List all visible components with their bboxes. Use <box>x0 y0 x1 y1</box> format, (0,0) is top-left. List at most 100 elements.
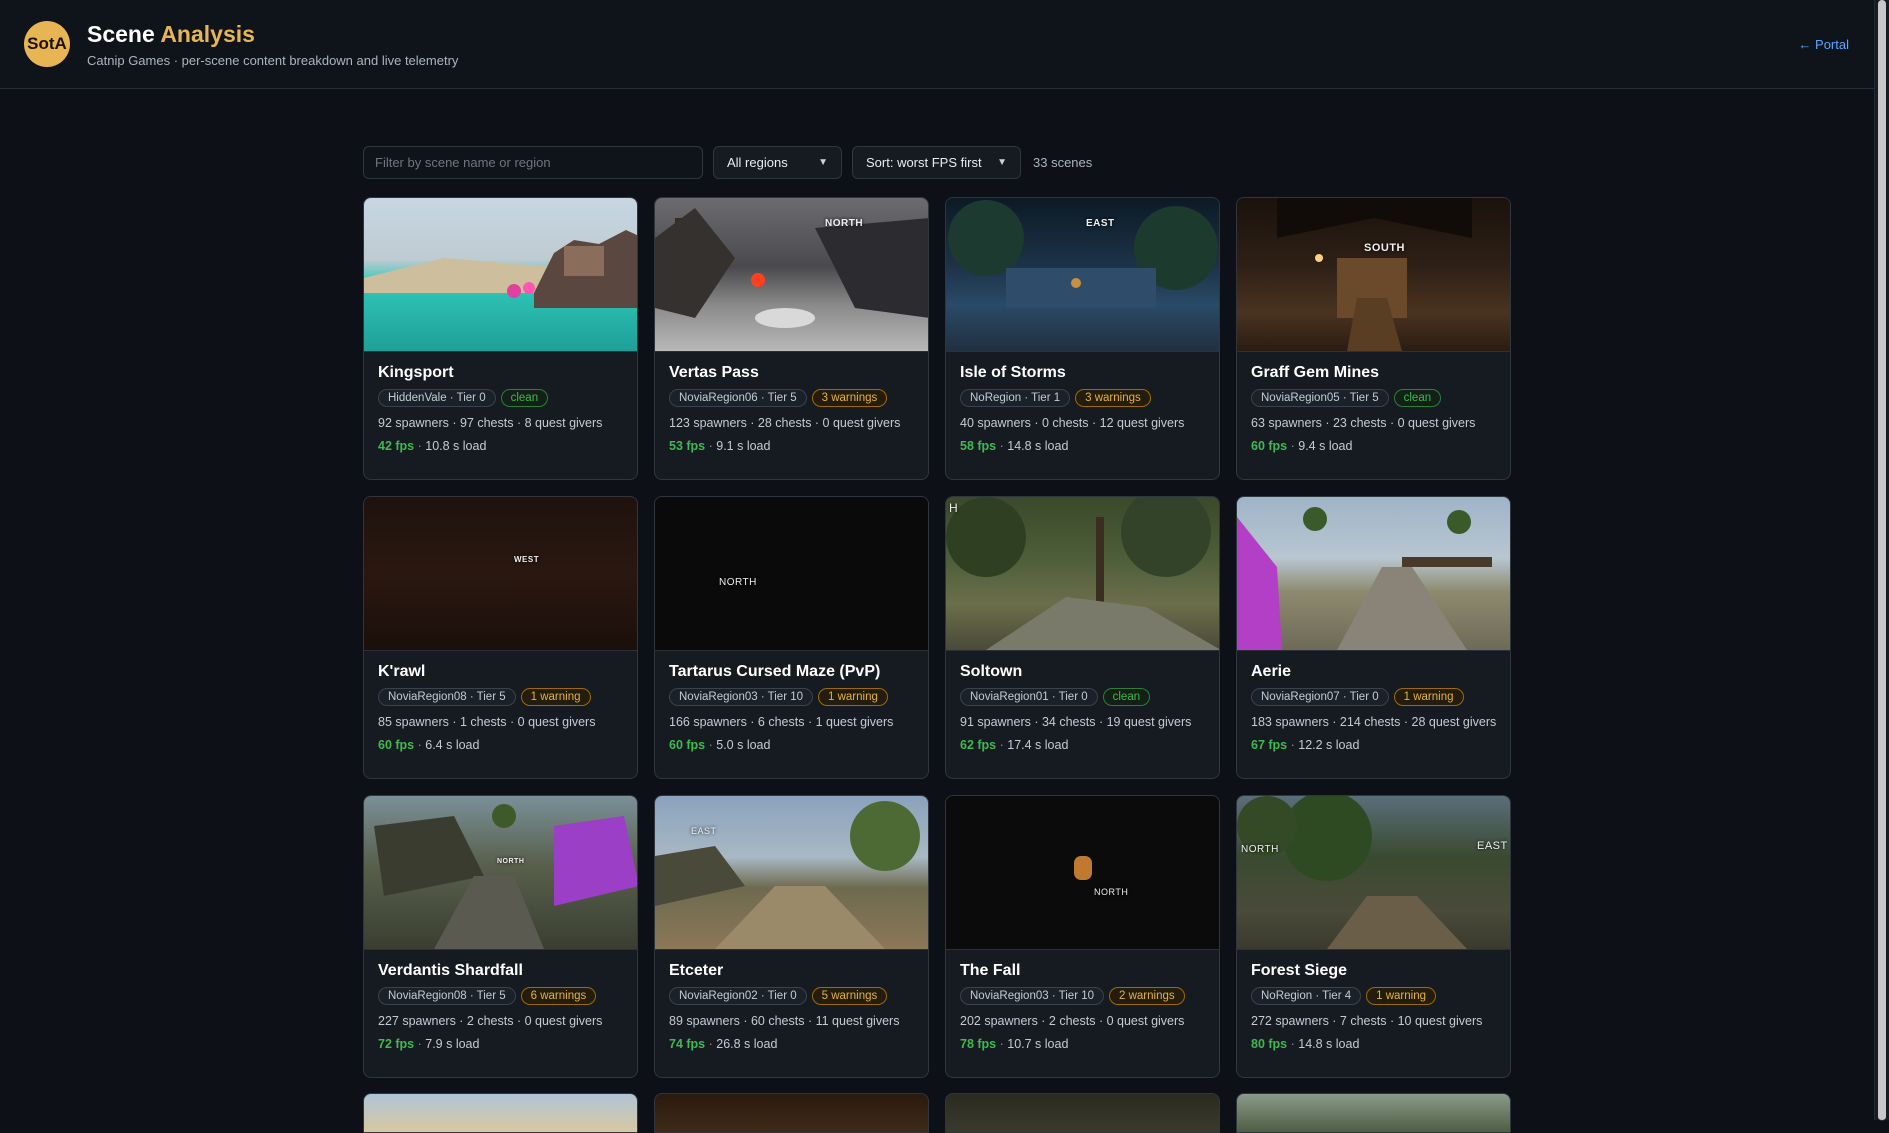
scene-thumbnail: EAST <box>946 198 1219 352</box>
load-time: 14.8 s load <box>1298 1037 1360 1051</box>
scene-card-partial[interactable] <box>363 1093 638 1133</box>
scene-card-partial[interactable] <box>654 1093 929 1133</box>
content-stats: 166 spawners · 6 chests · 1 quest givers <box>669 715 894 729</box>
region-tag: NoRegion · Tier 1 <box>960 389 1071 407</box>
scene-name: Isle of Storms <box>960 364 1066 381</box>
scene-card[interactable]: NORTH Tartarus Cursed Maze (PvP) NoviaRe… <box>654 496 929 779</box>
load-time: 9.1 s load <box>716 439 771 453</box>
content-stats: 91 spawners · 34 chests · 19 quest giver… <box>960 715 1192 729</box>
compass-label: NORTH <box>1241 844 1279 855</box>
perf-stats: 60 fps · 5.0 s load <box>669 738 771 752</box>
scene-card[interactable]: Kingsport HiddenVale · Tier 0 clean 92 s… <box>363 197 638 480</box>
status-badge: 2 warnings <box>1109 987 1185 1005</box>
scene-name: Verdantis Shardfall <box>378 962 523 979</box>
perf-stats: 60 fps · 9.4 s load <box>1251 439 1353 453</box>
scene-card[interactable]: NORTH Verdantis Shardfall NoviaRegion08 … <box>363 795 638 1078</box>
fps-value: 74 fps <box>669 1037 706 1051</box>
compass-label: NORTH <box>1094 887 1129 897</box>
scene-card[interactable]: NORTH Vertas Pass NoviaRegion06 · Tier 5… <box>654 197 929 480</box>
fps-value: 80 fps <box>1251 1037 1288 1051</box>
status-badge: clean <box>1102 688 1151 706</box>
chevron-down-icon: ▼ <box>997 157 1007 168</box>
fps-value: 42 fps <box>378 439 415 453</box>
fps-value: 78 fps <box>960 1037 997 1051</box>
perf-stats: 42 fps · 10.8 s load <box>378 439 487 453</box>
title-accent: Analysis <box>160 20 255 47</box>
scene-card[interactable]: H Soltown NoviaRegion01 · Tier 0 clean 9… <box>945 496 1220 779</box>
fps-value: 58 fps <box>960 439 997 453</box>
compass-label: NORTH <box>497 858 525 865</box>
region-tag: NoviaRegion08 · Tier 5 <box>378 688 516 706</box>
page-subtitle: Catnip Games · per-scene content breakdo… <box>87 52 459 68</box>
load-time: 10.7 s load <box>1007 1037 1069 1051</box>
perf-stats: 67 fps · 12.2 s load <box>1251 738 1360 752</box>
scene-thumbnail: NORTH <box>364 796 637 950</box>
sort-select[interactable]: Sort: worst FPS first ▼ <box>852 146 1021 179</box>
chevron-down-icon: ▼ <box>818 157 828 168</box>
compass-label: SOUTH <box>1364 242 1405 254</box>
scene-thumbnail: H <box>946 497 1219 651</box>
scene-thumbnail: NORTH EAST <box>1237 796 1510 950</box>
title-main: Scene <box>87 20 155 47</box>
scene-thumbnail: NORTH <box>655 198 928 352</box>
fps-value: 67 fps <box>1251 738 1288 752</box>
status-badge: 1 warning <box>1366 987 1436 1005</box>
scene-filter-input[interactable] <box>363 146 703 179</box>
region-tag: NoRegion · Tier 4 <box>1251 987 1362 1005</box>
fps-value: 53 fps <box>669 439 706 453</box>
scene-name: Graff Gem Mines <box>1251 364 1380 381</box>
content-stats: 227 spawners · 2 chests · 0 quest givers <box>378 1014 603 1028</box>
scrollbar-thumb[interactable] <box>1878 0 1886 1121</box>
scene-card-partial[interactable] <box>945 1093 1220 1133</box>
load-time: 14.8 s load <box>1007 439 1069 453</box>
header-text: Scene Analysis Catnip Games · per-scene … <box>87 21 458 68</box>
scene-name: Aerie <box>1251 663 1292 680</box>
perf-stats: 74 fps · 26.8 s load <box>669 1037 778 1051</box>
scene-thumbnail <box>1237 497 1510 651</box>
scene-name: Forest Siege <box>1251 962 1348 979</box>
scene-name: K'rawl <box>378 663 426 680</box>
scene-card[interactable]: WEST K'rawl NoviaRegion08 · Tier 5 1 war… <box>363 496 638 779</box>
region-tag: NoviaRegion08 · Tier 5 <box>378 987 516 1005</box>
region-select-value: All regions <box>727 155 788 170</box>
content-stats: 92 spawners · 97 chests · 8 quest givers <box>378 416 603 430</box>
scene-thumbnail: NORTH <box>946 796 1219 950</box>
status-badge: 1 warning <box>818 688 888 706</box>
filter-bar: All regions ▼ Sort: worst FPS first ▼ 33… <box>363 146 1092 179</box>
compass-label: WEST <box>514 555 540 564</box>
scene-name: Kingsport <box>378 364 454 381</box>
status-badge: clean <box>1393 389 1442 407</box>
scene-card-partial[interactable] <box>1236 1093 1511 1133</box>
scene-name: Etceter <box>669 962 724 979</box>
content-stats: 89 spawners · 60 chests · 11 quest giver… <box>669 1014 900 1028</box>
page-title: Scene Analysis <box>87 21 458 48</box>
scene-card[interactable]: EAST Isle of Storms NoRegion · Tier 1 3 … <box>945 197 1220 480</box>
load-time: 17.4 s load <box>1007 738 1069 752</box>
status-badge: 1 warning <box>520 688 591 706</box>
scene-card[interactable]: EAST Etceter NoviaRegion02 · Tier 0 5 wa… <box>654 795 929 1078</box>
compass-label-east: EAST <box>1477 840 1508 852</box>
content-stats: 272 spawners · 7 chests · 10 quest giver… <box>1251 1014 1483 1028</box>
fps-value: 62 fps <box>960 738 997 752</box>
content-stats: 63 spawners · 23 chests · 0 quest givers <box>1251 416 1476 430</box>
scene-card[interactable]: NORTH EAST Forest Siege NoRegion · Tier … <box>1236 795 1511 1078</box>
scene-thumbnail: WEST <box>364 497 637 651</box>
region-tag: NoviaRegion02 · Tier 0 <box>669 987 807 1005</box>
region-tag: NoviaRegion01 · Tier 0 <box>960 688 1098 706</box>
scene-card[interactable]: NORTH The Fall NoviaRegion03 · Tier 10 2… <box>945 795 1220 1078</box>
scene-card[interactable]: Aerie NoviaRegion07 · Tier 0 1 warning 1… <box>1236 496 1511 779</box>
portal-link[interactable]: ← Portal <box>1798 37 1849 52</box>
perf-stats: 62 fps · 17.4 s load <box>960 738 1069 752</box>
fps-value: 60 fps <box>669 738 706 752</box>
page-scrollbar[interactable] <box>1874 0 1889 1121</box>
load-time: 6.4 s load <box>425 738 480 752</box>
fps-value: 72 fps <box>378 1037 415 1051</box>
perf-stats: 72 fps · 7.9 s load <box>378 1037 480 1051</box>
compass-label: EAST <box>1086 218 1115 229</box>
fps-value: 60 fps <box>1251 439 1288 453</box>
perf-stats: 53 fps · 9.1 s load <box>669 439 771 453</box>
region-select[interactable]: All regions ▼ <box>713 146 842 179</box>
perf-stats: 60 fps · 6.4 s load <box>378 738 480 752</box>
scene-card[interactable]: SOUTH Graff Gem Mines NoviaRegion05 · Ti… <box>1236 197 1511 480</box>
scene-thumbnail <box>364 198 637 352</box>
